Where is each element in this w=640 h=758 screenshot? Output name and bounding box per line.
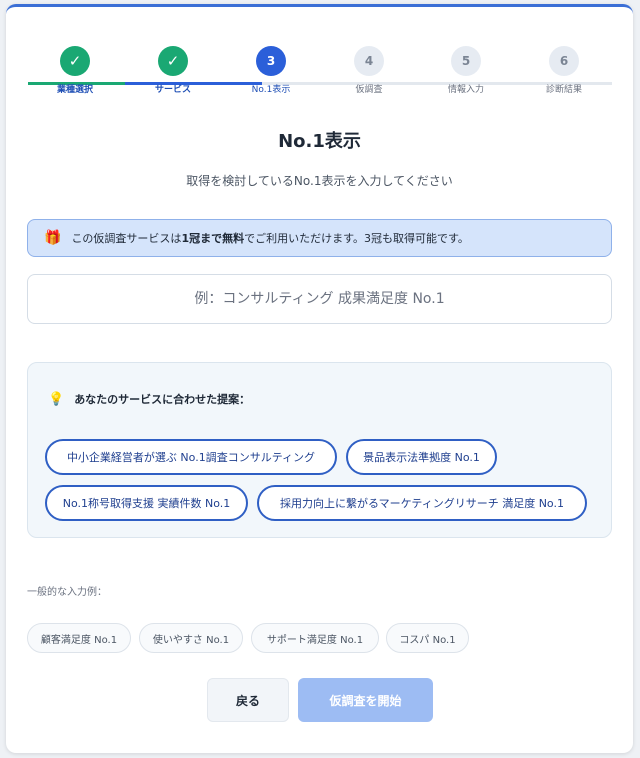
progress-stepper: ✓ 業種選択 ✓ サービス 3 No.1表示 4 仮調査 5 情報入力 6 診断… [28, 46, 612, 102]
suggestion-panel: 💡 あなたのサービスに合わせた提案： 中小企業経営者が選ぶ No.1調査コンサル… [27, 362, 612, 538]
step-number: 6 [549, 46, 579, 76]
step-4: 4 仮調査 [324, 46, 414, 95]
suggestion-heading: 💡 あなたのサービスに合わせた提案： [48, 391, 250, 407]
example-chip[interactable]: サポート満足度 No.1 [251, 623, 379, 653]
no1-title-input[interactable] [27, 274, 612, 324]
notice-suffix: でご利用いただけます。3冠も取得可能です。 [244, 232, 469, 245]
example-chip[interactable]: コスパ No.1 [386, 623, 469, 653]
suggestion-chip[interactable]: 中小企業経営者が選ぶ No.1調査コンサルティング [45, 439, 337, 475]
suggestion-chip[interactable]: 採用力向上に繋がるマーケティングリサーチ 満足度 No.1 [257, 485, 587, 521]
step-5: 5 情報入力 [421, 46, 511, 95]
step-label: 診断結果 [545, 85, 582, 95]
step-label: No.1表示 [251, 85, 291, 95]
step-label: サービス [154, 85, 191, 95]
examples-label: 一般的な入力例： [27, 587, 107, 598]
page-title: No.1表示 [278, 131, 361, 152]
notice-prefix: この仮調査サービスは [71, 232, 182, 245]
notice-bold-free: 無料 [222, 232, 245, 245]
form-card: ✓ 業種選択 ✓ サービス 3 No.1表示 4 仮調査 5 情報入力 6 診断… [6, 4, 633, 753]
suggestion-chip[interactable]: 景品表示法準拠度 No.1 [346, 439, 497, 475]
step-1: ✓ 業種選択 [30, 46, 120, 95]
step-number: 3 [256, 46, 286, 76]
free-notice-banner: 🎁 この仮調査サービスは1冠まで無料でご利用いただけます。3冠も取得可能です。 [27, 219, 612, 257]
suggestion-chip[interactable]: No.1称号取得支援 実績件数 No.1 [45, 485, 248, 521]
check-icon: ✓ [158, 46, 188, 76]
page-subtitle: 取得を検討しているNo.1表示を入力してください [186, 174, 453, 188]
step-number: 4 [354, 46, 384, 76]
step-number: 5 [451, 46, 481, 76]
step-label: 情報入力 [447, 85, 484, 95]
back-button[interactable]: 戻る [207, 678, 289, 722]
suggestion-heading-text: あなたのサービスに合わせた提案： [74, 393, 251, 406]
notice-text: この仮調査サービスは1冠まで無料でご利用いただけます。3冠も取得可能です。 [71, 230, 468, 246]
example-chip[interactable]: 使いやすさ No.1 [139, 623, 243, 653]
lightbulb-icon: 💡 [48, 391, 65, 407]
notice-bold-limit: 1冠まで [181, 232, 223, 245]
example-chip[interactable]: 顧客満足度 No.1 [27, 623, 131, 653]
start-survey-button[interactable]: 仮調査を開始 [298, 678, 433, 722]
check-icon: ✓ [60, 46, 90, 76]
step-3: 3 No.1表示 [226, 46, 316, 95]
step-2: ✓ サービス [128, 46, 218, 95]
step-label: 業種選択 [56, 85, 93, 95]
gift-icon: 🎁 [44, 230, 62, 246]
step-label: 仮調査 [355, 85, 383, 95]
step-6: 6 診断結果 [519, 46, 609, 95]
